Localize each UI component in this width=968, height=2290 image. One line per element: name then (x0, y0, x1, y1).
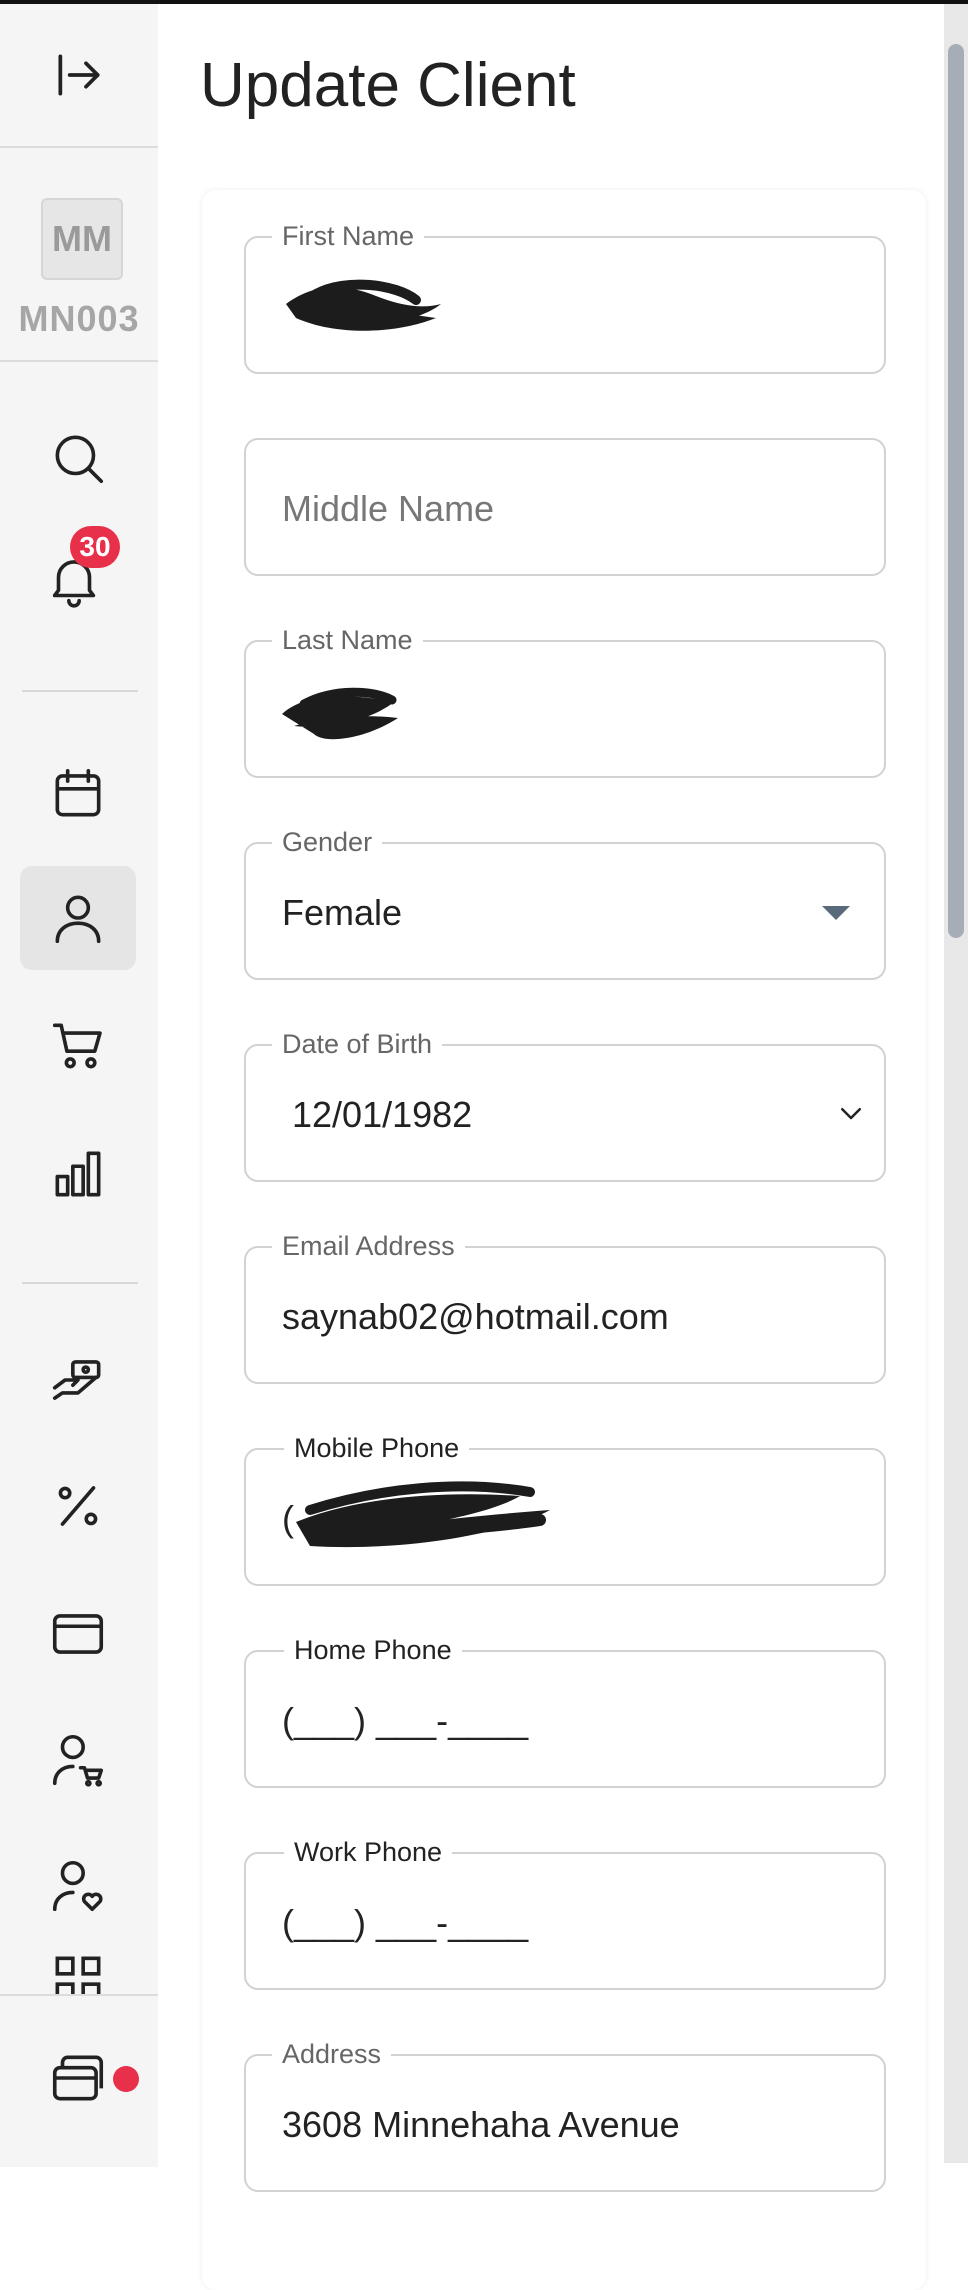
sidebar-item-payments[interactable] (20, 1328, 136, 1432)
wallet-notification-dot (113, 2066, 139, 2092)
sidebar-item-discounts[interactable] (20, 1454, 136, 1558)
sidebar-item-client-purchases[interactable] (20, 1708, 136, 1812)
sidebar-item-search[interactable] (20, 406, 136, 510)
date-of-birth-field[interactable]: Date of Birth 12/01/1982 (244, 1029, 886, 1182)
user-heart-icon (52, 1860, 103, 1912)
first-name-label: First Name (272, 221, 425, 252)
first-name-field[interactable]: First Name (244, 221, 886, 374)
grid-icon (55, 1956, 101, 1994)
home-phone-label: Home Phone (284, 1635, 462, 1666)
avatar-initials: MM (52, 218, 112, 259)
home-phone-value: (___) ___-____ (282, 1700, 529, 1741)
sidebar-item-client-loyalty[interactable] (20, 1834, 136, 1938)
sidebar-bottom (0, 1994, 158, 2167)
sidebar-item-cards[interactable] (20, 1582, 136, 1686)
sidebar-item-more[interactable] (20, 1940, 136, 1994)
avatar[interactable]: MM (41, 198, 123, 280)
email-field[interactable]: Email Address saynab02@hotmail.com (244, 1231, 886, 1384)
email-value: saynab02@hotmail.com (282, 1296, 669, 1337)
page-title: Update Client (200, 51, 576, 120)
mobile-phone-field[interactable]: Mobile Phone ( (244, 1433, 886, 1586)
work-phone-field[interactable]: Work Phone (___) ___-____ (244, 1837, 886, 1990)
date-of-birth-label: Date of Birth (272, 1029, 443, 1060)
address-value: 3608 Minnehaha Avenue (282, 2104, 680, 2145)
email-label: Email Address (272, 1231, 465, 1262)
sidebar-item-sales[interactable] (20, 994, 136, 1098)
wallet-icon (52, 2055, 104, 2101)
scrollbar[interactable] (944, 4, 968, 2163)
dropdown-caret-icon (822, 906, 850, 920)
mobile-phone-label: Mobile Phone (284, 1433, 470, 1464)
sidebar: MM MN003 30 (0, 4, 158, 2167)
last-name-field[interactable]: Last Name (244, 625, 886, 778)
gender-select[interactable]: Gender Female (244, 827, 886, 980)
calendar-icon (55, 768, 101, 817)
redaction-scribble (282, 687, 398, 740)
user-cart-icon (52, 1734, 104, 1787)
home-phone-field[interactable]: Home Phone (___) ___-____ (244, 1635, 886, 1788)
date-of-birth-value: 12/01/1982 (292, 1094, 473, 1135)
sidebar-collapse-button[interactable] (0, 4, 158, 148)
last-name-label: Last Name (272, 625, 423, 656)
sidebar-item-clients[interactable] (20, 866, 136, 970)
user-profile[interactable]: MM MN003 (0, 150, 158, 362)
gender-value: Female (282, 892, 403, 933)
gender-label: Gender (272, 827, 383, 858)
collapse-icon (58, 54, 100, 96)
chevron-down-icon[interactable] (836, 1098, 866, 1128)
scrollbar-thumb[interactable] (948, 44, 964, 938)
percent-icon (58, 1486, 98, 1526)
address-label: Address (272, 2039, 392, 2070)
main-content: Update Client First Name Middle Name Las… (158, 4, 944, 2290)
user-icon (55, 895, 101, 944)
sidebar-divider (22, 1282, 138, 1284)
bar-chart-icon (55, 1151, 101, 1197)
sidebar-item-reports[interactable] (20, 1122, 136, 1226)
money-hand-icon (52, 1360, 101, 1400)
sidebar-divider (22, 690, 138, 692)
middle-name-placeholder: Middle Name (282, 488, 495, 529)
credit-card-icon (52, 1614, 104, 1654)
redaction-scribble (296, 1481, 550, 1548)
redaction-scribble (286, 279, 441, 331)
middle-name-field[interactable]: Middle Name (244, 438, 886, 576)
work-phone-value: (___) ___-____ (282, 1902, 529, 1943)
cart-icon (52, 1023, 102, 1069)
sidebar-item-wallet[interactable] (20, 2026, 139, 2130)
address-field[interactable]: Address 3608 Minnehaha Avenue (244, 2039, 886, 2192)
search-icon (55, 435, 104, 484)
sidebar-item-calendar[interactable] (20, 742, 136, 846)
work-phone-label: Work Phone (284, 1837, 453, 1868)
user-code: MN003 (18, 298, 140, 339)
sidebar-item-notifications[interactable]: 30 (20, 526, 136, 632)
notification-badge: 30 (70, 526, 120, 568)
client-form: First Name Middle Name Last Name Gender … (202, 190, 926, 2290)
